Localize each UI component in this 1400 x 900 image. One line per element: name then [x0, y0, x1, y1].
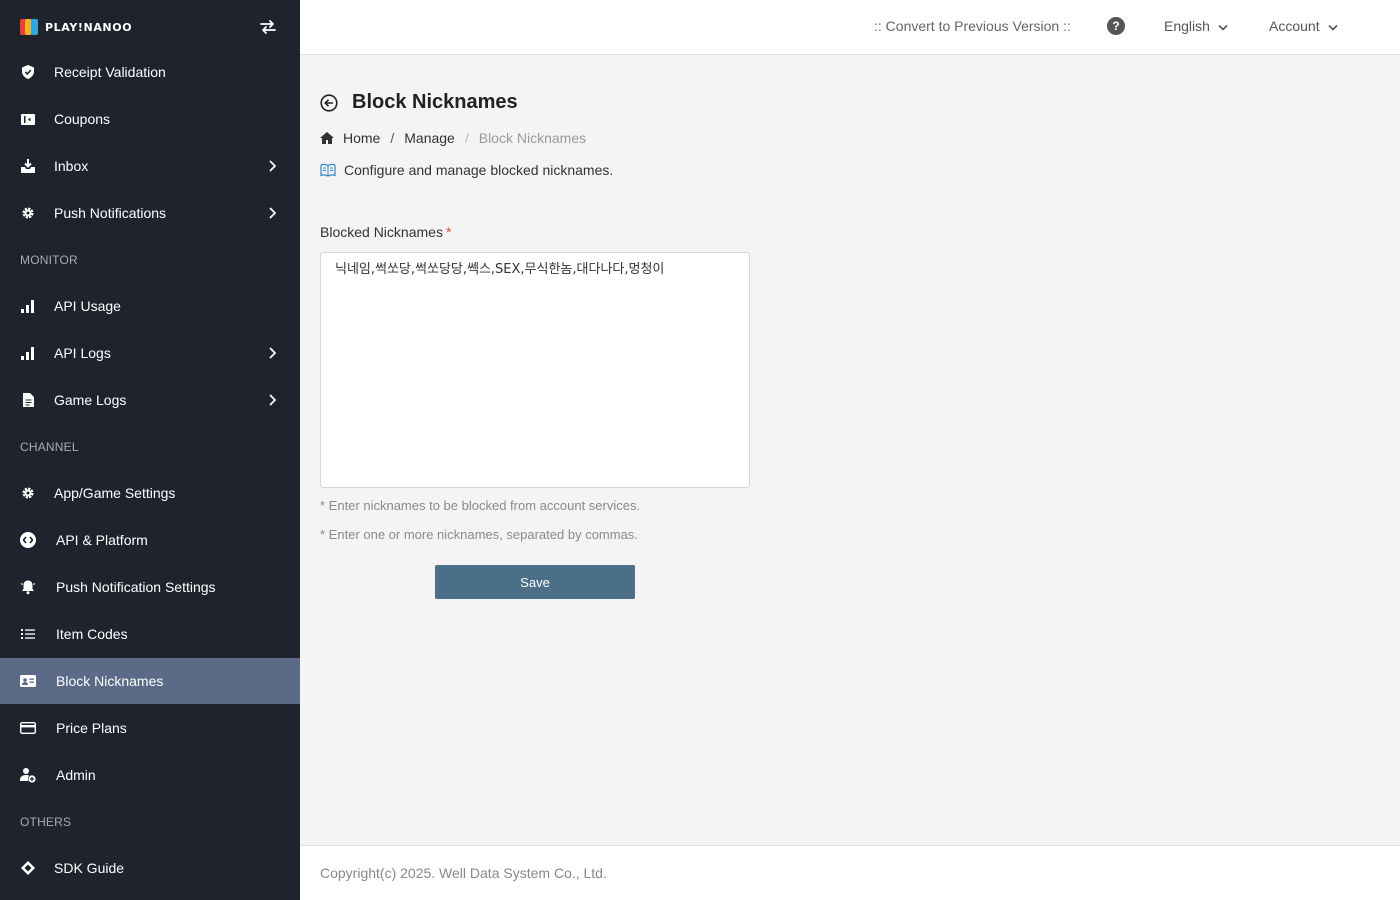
- description-text: Configure and manage blocked nicknames.: [344, 162, 614, 178]
- sidebar-item-label: API & Platform: [56, 532, 148, 548]
- document-icon: [20, 392, 36, 408]
- help-text-1: * Enter nicknames to be blocked from acc…: [320, 498, 641, 513]
- inbox-icon: [20, 158, 36, 174]
- gear-icon: [20, 205, 36, 221]
- sidebar-item-label: Block Nicknames: [56, 673, 164, 689]
- section-channel: CHANNEL: [20, 440, 79, 454]
- sidebar: PLAY!NANOO Receipt Validation Coupons In…: [0, 0, 300, 900]
- sidebar-item-label: API Logs: [54, 345, 111, 361]
- code-circle-icon: [20, 532, 36, 548]
- page-description: Configure and manage blocked nicknames.: [320, 162, 613, 178]
- help-icon[interactable]: ?: [1107, 17, 1125, 35]
- gear-icon: [20, 485, 36, 501]
- sidebar-item-block-nicknames[interactable]: Block Nicknames: [0, 658, 300, 704]
- sidebar-item-receipt-validation[interactable]: Receipt Validation: [0, 49, 300, 95]
- sidebar-item-label: Admin: [56, 767, 96, 783]
- diamond-icon: [20, 860, 36, 876]
- section-monitor: MONITOR: [20, 253, 78, 267]
- credit-card-icon: [20, 720, 36, 736]
- blocked-nicknames-textarea[interactable]: 닉네임,썩쏘당,썩쏘당당,쎅스,SEX,무식한놈,대다나다,멍청이: [320, 252, 750, 488]
- breadcrumb-current: Block Nicknames: [478, 130, 587, 146]
- breadcrumb-separator: /: [464, 130, 469, 146]
- sidebar-item-label: App/Game Settings: [54, 485, 176, 501]
- convert-version-link[interactable]: :: Convert to Previous Version ::: [874, 18, 1071, 34]
- sidebar-item-label: Item Codes: [56, 626, 128, 642]
- brand-logo[interactable]: PLAY!NANOO: [20, 18, 132, 36]
- save-button[interactable]: Save: [435, 565, 635, 599]
- topbar: :: Convert to Previous Version :: ? Engl…: [300, 0, 1400, 55]
- logo-text: PLAY!NANOO: [45, 20, 133, 34]
- breadcrumb-separator: /: [390, 130, 395, 146]
- sidebar-item-label: Push Notifications: [54, 205, 167, 221]
- page-title: Block Nicknames: [352, 91, 518, 113]
- sidebar-item-label: API Usage: [54, 298, 121, 314]
- id-card-icon: [20, 673, 36, 689]
- sidebar-item-price-plans[interactable]: Price Plans: [0, 705, 300, 751]
- sidebar-item-push-notifications[interactable]: Push Notifications: [0, 190, 300, 236]
- section-others: OTHERS: [20, 815, 72, 829]
- home-icon: [320, 131, 334, 145]
- sidebar-item-push-notification-settings[interactable]: Push Notification Settings: [0, 564, 300, 610]
- required-mark: *: [445, 224, 452, 240]
- copyright-text: Copyright(c) 2025. Well Data System Co.,…: [320, 865, 607, 881]
- title-row: Block Nicknames: [320, 91, 518, 114]
- sidebar-item-coupons[interactable]: Coupons: [0, 96, 300, 142]
- help-text-2: * Enter one or more nicknames, separated…: [320, 527, 638, 542]
- swap-arrows-icon[interactable]: [256, 15, 280, 39]
- sidebar-item-sdk-guide[interactable]: SDK Guide: [0, 845, 300, 891]
- logo-mark-icon: [20, 18, 39, 36]
- sidebar-item-admin[interactable]: Admin: [0, 752, 300, 798]
- breadcrumb-home[interactable]: Home: [343, 130, 380, 146]
- account-dropdown[interactable]: Account: [1269, 18, 1338, 34]
- bar-chart-icon: [20, 298, 36, 314]
- blocked-nicknames-label: Blocked Nicknames *: [320, 224, 451, 240]
- account-label: Account: [1269, 18, 1320, 34]
- language-label: English: [1164, 18, 1210, 34]
- sidebar-item-label: Inbox: [54, 158, 89, 174]
- sidebar-item-inbox[interactable]: Inbox: [0, 143, 300, 189]
- sidebar-item-label: Receipt Validation: [54, 64, 166, 80]
- sidebar-item-api-platform[interactable]: API & Platform: [0, 517, 300, 563]
- chevron-right-icon: [264, 158, 280, 174]
- chevron-right-icon: [264, 205, 280, 221]
- sidebar-item-label: Game Logs: [54, 392, 127, 408]
- sidebar-item-app-game-settings[interactable]: App/Game Settings: [0, 470, 300, 516]
- book-open-icon: [320, 163, 336, 177]
- breadcrumb: Home / Manage / Block Nicknames: [320, 130, 586, 146]
- sidebar-item-label: Price Plans: [56, 720, 127, 736]
- breadcrumb-manage[interactable]: Manage: [404, 130, 455, 146]
- field-label-text: Blocked Nicknames: [320, 224, 443, 240]
- sidebar-header: PLAY!NANOO: [0, 0, 300, 54]
- user-plus-icon: [20, 767, 36, 783]
- footer: Copyright(c) 2025. Well Data System Co.,…: [300, 845, 1400, 900]
- chevron-right-icon: [264, 345, 280, 361]
- bell-icon: [20, 579, 36, 595]
- sidebar-item-label: Coupons: [54, 111, 111, 127]
- sidebar-item-label: Push Notification Settings: [56, 579, 216, 595]
- sidebar-item-game-logs[interactable]: Game Logs: [0, 377, 300, 423]
- language-dropdown[interactable]: English: [1164, 18, 1228, 34]
- chevron-down-icon: [1218, 18, 1228, 34]
- chevron-down-icon: [1328, 18, 1338, 34]
- chevron-right-icon: [264, 392, 280, 408]
- sidebar-item-item-codes[interactable]: Item Codes: [0, 611, 300, 657]
- shield-check-icon: [20, 64, 36, 80]
- list-icon: [20, 626, 36, 642]
- sidebar-item-api-logs[interactable]: API Logs: [0, 330, 300, 376]
- main-content: Block Nicknames Home / Manage / Block Ni…: [300, 55, 1400, 845]
- sidebar-item-label: SDK Guide: [54, 860, 125, 876]
- ticket-icon: [20, 111, 36, 127]
- sidebar-item-api-usage[interactable]: API Usage: [0, 283, 300, 329]
- back-arrow-icon[interactable]: [320, 93, 338, 112]
- bar-chart-icon: [20, 345, 36, 361]
